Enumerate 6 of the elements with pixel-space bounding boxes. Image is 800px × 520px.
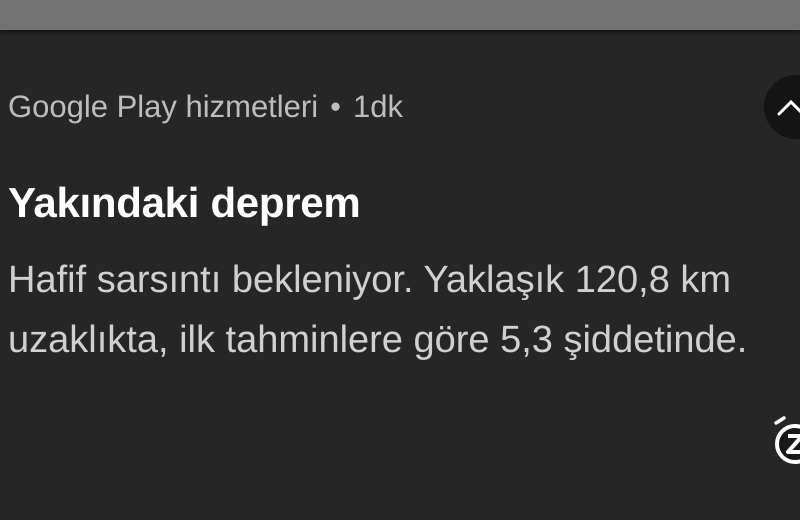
- notification-title: Yakındaki deprem: [8, 178, 362, 228]
- chevron-up-icon: [776, 97, 800, 117]
- app-name: Google Play hizmetleri: [8, 89, 318, 125]
- timestamp: 1dk: [353, 89, 403, 125]
- separator-dot: •: [330, 89, 341, 125]
- notification-body: Hafif sarsıntı bekleniyor. Yaklaşık 120,8 km uzaklıkta, ilk tahminlere göre 5,3 şiddetinde.: [8, 258, 748, 363]
